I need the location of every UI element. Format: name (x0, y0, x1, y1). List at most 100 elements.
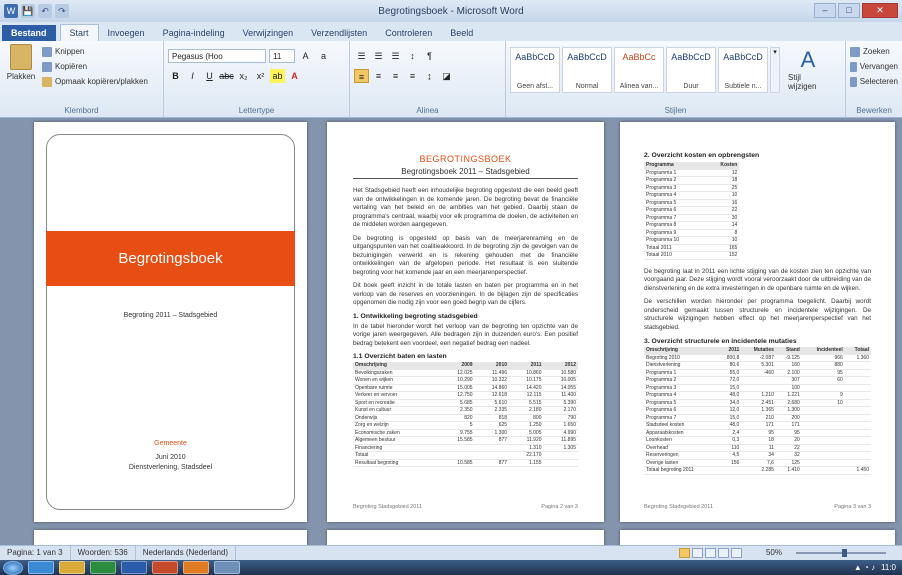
shading-button[interactable]: ◪ (439, 69, 454, 83)
table-row: Sport en recreatie 5.685 5.610 5.515 5.390 (353, 399, 578, 407)
style-item[interactable]: AaBbCcD Normal (562, 47, 612, 93)
tab-page-layout[interactable]: Pagina-indeling (154, 25, 234, 41)
zoom-slider[interactable] (796, 549, 886, 557)
tab-file[interactable]: Bestand (2, 25, 56, 41)
styles-more-button[interactable]: ▾ (770, 47, 780, 93)
taskbar-excel-icon[interactable] (90, 561, 116, 574)
page-6-preview[interactable] (620, 530, 895, 545)
superscript-button[interactable]: x² (253, 69, 268, 83)
document-canvas[interactable]: Begrotingsboek Begroting 2011 – Stadsgeb… (0, 118, 902, 545)
page-4-preview[interactable] (34, 530, 307, 545)
table-cell: 2.335 (474, 406, 510, 415)
bold-button[interactable]: B (168, 69, 183, 83)
start-button[interactable] (3, 560, 23, 575)
taskbar-powerpoint-icon[interactable] (152, 561, 178, 574)
tab-mailings[interactable]: Verzendlijsten (302, 25, 376, 41)
taskbar-app-icon[interactable] (183, 561, 209, 574)
table-cell: 1.300 (775, 406, 802, 415)
page-count[interactable]: Pagina: 1 van 3 (0, 546, 71, 560)
outline-view-button[interactable] (718, 548, 729, 558)
select-button[interactable]: Selecteren (850, 74, 898, 89)
shrink-font-button[interactable]: a (316, 49, 331, 63)
line-spacing-button[interactable]: ↨ (422, 69, 437, 83)
draft-view-button[interactable] (731, 548, 742, 558)
redo-icon[interactable]: ↷ (55, 4, 69, 18)
print-layout-view-button[interactable] (679, 548, 690, 558)
tab-insert[interactable]: Invoegen (99, 25, 154, 41)
multilevel-button[interactable]: ☰ (388, 49, 403, 63)
format-painter-button[interactable]: Opmaak kopiëren/plakken (42, 74, 148, 89)
zoom-slider-knob[interactable] (842, 549, 847, 557)
system-tray: ▲ ◔ ♪ 11:0 (854, 561, 896, 574)
page-3[interactable]: 2. Overzicht kosten en opbrengsten Progr… (620, 122, 895, 522)
replace-button[interactable]: Vervangen (850, 59, 898, 74)
style-item[interactable]: AaBbCcD Duur (666, 47, 716, 93)
table-cell: 5 (440, 421, 475, 430)
close-button[interactable]: ✕ (862, 3, 898, 18)
cover-page[interactable]: Begrotingsboek Begroting 2011 – Stadsgeb… (34, 122, 307, 522)
word-icon[interactable]: W (4, 4, 18, 18)
table-cell (844, 399, 871, 407)
save-icon[interactable]: 💾 (21, 4, 35, 18)
subscript-button[interactable]: x₂ (236, 69, 251, 83)
taskbar-ie-icon[interactable] (28, 561, 54, 574)
paste-button[interactable]: Plakken (4, 44, 38, 103)
bullets-button[interactable]: ☰ (354, 49, 369, 63)
tray-icons[interactable]: ▲ ◔ ♪ (854, 561, 875, 574)
sort-button[interactable]: ↕ (405, 49, 420, 63)
quick-access-toolbar: W 💾 ↶ ↷ (0, 4, 69, 18)
font-size-select[interactable]: 11 (269, 49, 295, 63)
taskbar-app-icon[interactable] (214, 561, 240, 574)
tab-references[interactable]: Verwijzingen (234, 25, 303, 41)
cut-button[interactable]: Knippen (42, 44, 148, 59)
page-5-preview[interactable] (327, 530, 604, 545)
taskbar-word-icon[interactable] (121, 561, 147, 574)
grow-font-button[interactable]: A (298, 49, 313, 63)
font-group: Pegasus (Hoo 11 A a B I U abc x₂ x² ab A… (164, 41, 350, 117)
style-item[interactable]: AaBbCcD Subtiele n... (718, 47, 768, 93)
table-cell: 160 (775, 361, 802, 370)
align-left-button[interactable]: ≡ (354, 69, 369, 83)
font-color-button[interactable]: A (287, 69, 302, 83)
table-cell: Totaal 2011 (644, 244, 705, 252)
style-item[interactable]: AaBbCc Alinea van... (614, 47, 664, 93)
copy-button[interactable]: Kopiëren (42, 59, 148, 74)
table-cell: Programma 1 (644, 369, 718, 377)
page-2[interactable]: BEGROTINGSBOEK Begrotingsboek 2011 – Sta… (327, 122, 604, 522)
language-indicator[interactable]: Nederlands (Nederland) (136, 546, 237, 560)
tab-view[interactable]: Beeld (441, 25, 482, 41)
table-cell: Sport en recreatie (353, 399, 441, 407)
maximize-button[interactable]: □ (838, 3, 860, 18)
highlight-button[interactable]: ab (270, 69, 285, 83)
align-center-button[interactable]: ≡ (371, 69, 386, 83)
table-cell: 156 (717, 459, 742, 467)
full-screen-view-button[interactable] (692, 548, 703, 558)
word-count[interactable]: Woorden: 536 (71, 546, 136, 560)
minimize-button[interactable]: – (814, 3, 836, 18)
table-cell: 10 (801, 399, 845, 407)
tab-home[interactable]: Start (59, 24, 99, 41)
undo-icon[interactable]: ↶ (38, 4, 52, 18)
strikethrough-button[interactable]: abc (219, 69, 234, 83)
table-cell: 307 (775, 376, 802, 385)
change-styles-button[interactable]: A Stijl wijzigen (788, 47, 828, 91)
table-cell: 2012 (543, 362, 578, 370)
numbering-button[interactable]: ☰ (371, 49, 386, 63)
zoom-level[interactable]: 50% (766, 546, 782, 560)
tab-review[interactable]: Controleren (376, 25, 441, 41)
style-item[interactable]: AaBbCcD Geen afst... (510, 47, 560, 93)
show-marks-button[interactable]: ¶ (422, 49, 437, 63)
title-bar: W 💾 ↶ ↷ Begrotingsboek - Microsoft Word … (0, 0, 902, 22)
font-name-select[interactable]: Pegasus (Hoo (168, 49, 266, 63)
web-layout-view-button[interactable] (705, 548, 716, 558)
justify-button[interactable]: ≡ (405, 69, 420, 83)
italic-button[interactable]: I (185, 69, 200, 83)
taskbar-explorer-icon[interactable] (59, 561, 85, 574)
find-button[interactable]: Zoeken (850, 44, 898, 59)
underline-button[interactable]: U (202, 69, 217, 83)
align-right-button[interactable]: ≡ (388, 69, 403, 83)
table-cell: 5.390 (543, 399, 578, 407)
table-cell (440, 444, 475, 452)
table-row: Programma 6 22 (644, 206, 740, 215)
table-cell: 10.860 (509, 369, 544, 377)
